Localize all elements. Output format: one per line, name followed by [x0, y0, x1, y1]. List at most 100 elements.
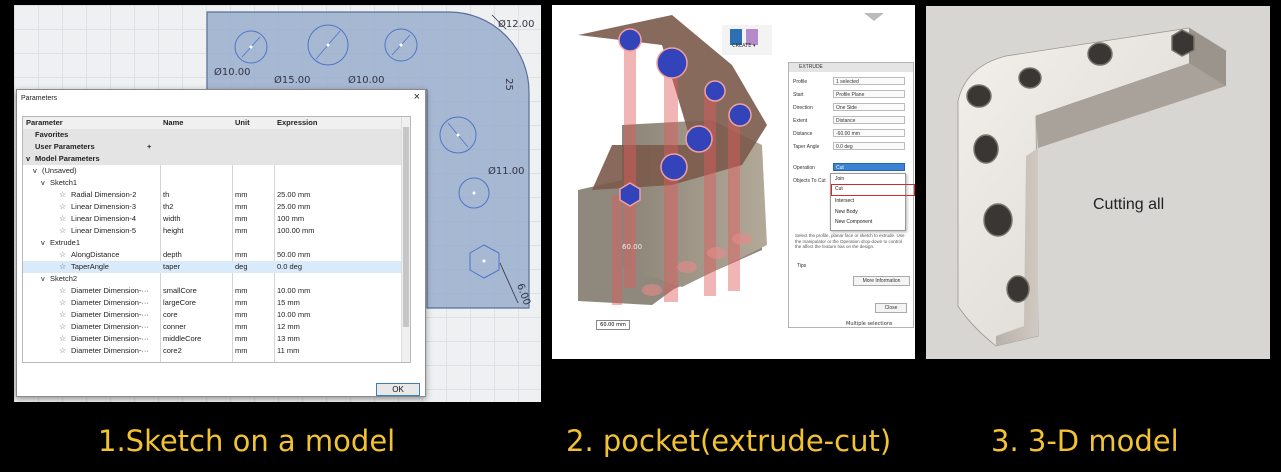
name-cell[interactable]: smallCore — [163, 285, 197, 297]
table-row[interactable]: ☆ AlongDistance depth mm 50.00 mm — [23, 249, 410, 261]
chevron-down-icon[interactable]: v — [33, 165, 37, 177]
unit-cell[interactable]: mm — [235, 285, 248, 297]
unit-cell[interactable]: mm — [235, 333, 248, 345]
create-menu[interactable]: CREATE ▾ — [732, 43, 755, 49]
table-row[interactable]: ☆ TaperAngle taper deg 0.0 deg — [23, 261, 410, 273]
name-cell[interactable]: height — [163, 225, 183, 237]
star-icon[interactable]: ☆ — [59, 297, 66, 309]
unit-cell[interactable]: mm — [235, 213, 248, 225]
name-cell[interactable]: width — [163, 213, 181, 225]
field-value[interactable]: 1 selected — [833, 77, 905, 85]
table-row[interactable]: ☆ Radial Dimension-2 th mm 25.00 mm — [23, 189, 410, 201]
col-parameter[interactable]: Parameter — [26, 117, 63, 129]
expression-cell[interactable]: 25.00 mm — [277, 189, 310, 201]
table-row[interactable]: ☆ Diameter Dimension-··· core2 mm 11 mm — [23, 345, 410, 357]
distance-input[interactable]: 60.00 mm — [596, 320, 630, 330]
chevron-down-icon[interactable]: v — [41, 237, 45, 249]
group-model-parameters[interactable]: v Model Parameters — [23, 153, 410, 165]
name-cell[interactable]: th — [163, 189, 169, 201]
table-row[interactable]: ☆ Diameter Dimension-··· conner mm 12 mm — [23, 321, 410, 333]
star-icon[interactable]: ☆ — [59, 225, 66, 237]
name-cell[interactable]: largeCore — [163, 297, 196, 309]
field-value[interactable]: -60.00 mm — [833, 129, 905, 137]
star-icon[interactable]: ☆ — [59, 333, 66, 345]
chevron-down-icon[interactable]: v — [41, 177, 45, 189]
star-icon[interactable]: ☆ — [59, 249, 66, 261]
name-cell[interactable]: taper — [163, 261, 180, 273]
star-icon[interactable]: ☆ — [59, 309, 66, 321]
star-icon[interactable]: ☆ — [59, 201, 66, 213]
dropdown-join[interactable]: Join — [835, 176, 844, 182]
expression-cell[interactable]: 10.00 mm — [277, 285, 310, 297]
expression-cell[interactable]: 11 mm — [277, 345, 299, 357]
name-cell[interactable]: depth — [163, 249, 182, 261]
field-value[interactable]: Distance — [833, 116, 905, 124]
table-row[interactable]: ☆ Diameter Dimension-··· smallCore mm 10.00 … — [23, 285, 410, 297]
expression-cell[interactable]: 10.00 mm — [277, 309, 310, 321]
unit-cell[interactable]: mm — [235, 225, 248, 237]
star-icon[interactable]: ☆ — [59, 321, 66, 333]
field-value[interactable]: One Side — [833, 103, 905, 111]
dim-diameter-10b[interactable]: Ø10.00 — [348, 75, 385, 86]
star-icon[interactable]: ☆ — [59, 285, 66, 297]
dim-diameter-12[interactable]: Ø12.00 — [498, 19, 535, 30]
unit-cell[interactable]: mm — [235, 189, 248, 201]
table-scrollbar[interactable] — [401, 117, 410, 362]
unit-cell[interactable]: mm — [235, 345, 248, 357]
unit-cell[interactable]: mm — [235, 309, 248, 321]
close-button[interactable]: Close — [875, 303, 907, 313]
expression-cell[interactable]: 100 mm — [277, 213, 304, 225]
table-row[interactable]: ☆ Linear Dimension-5 height mm 100.00 mm — [23, 225, 410, 237]
dim-diameter-11[interactable]: Ø11.00 — [488, 166, 525, 177]
star-icon[interactable]: ☆ — [59, 345, 66, 357]
expression-cell[interactable]: 50.00 mm — [277, 249, 310, 261]
table-row[interactable]: ☆ Linear Dimension-3 th2 mm 25.00 mm — [23, 201, 410, 213]
tree-sketch2[interactable]: v Sketch2 — [23, 273, 410, 285]
star-icon[interactable]: ☆ — [59, 213, 66, 225]
name-cell[interactable]: core — [163, 309, 178, 321]
unit-cell[interactable]: mm — [235, 321, 248, 333]
dropdown-intersect[interactable]: Intersect — [835, 198, 854, 204]
star-icon[interactable]: ☆ — [59, 189, 66, 201]
col-name[interactable]: Name — [163, 117, 183, 129]
dim-diameter-10a[interactable]: Ø10.00 — [214, 67, 251, 78]
dropdown-new-body[interactable]: New Body — [835, 209, 858, 215]
table-row[interactable]: ☆ Diameter Dimension-··· core mm 10.00 mm — [23, 309, 410, 321]
expression-cell[interactable]: 12 mm — [277, 321, 300, 333]
dropdown-cut[interactable]: Cut — [835, 186, 843, 192]
tree-unsaved[interactable]: v (Unsaved) — [23, 165, 410, 177]
operation-select[interactable]: Cut — [833, 163, 905, 171]
col-expression[interactable]: Expression — [277, 117, 317, 129]
chevron-down-icon[interactable]: v — [41, 273, 45, 285]
name-cell[interactable]: middleCore — [163, 333, 201, 345]
expression-cell[interactable]: 15 mm — [277, 297, 300, 309]
unit-cell[interactable]: mm — [235, 297, 248, 309]
table-row[interactable]: ☆ Diameter Dimension-··· middleCore mm 13 mm — [23, 333, 410, 345]
dim-linear-25[interactable]: 25 — [503, 78, 514, 91]
field-value[interactable]: 0.0 deg — [833, 142, 905, 150]
chevron-down-icon[interactable]: v — [26, 153, 30, 165]
expression-cell[interactable]: 25.00 mm — [277, 201, 310, 213]
tips-toggle[interactable]: Tips — [797, 263, 806, 269]
table-row[interactable]: ☆ Linear Dimension-4 width mm 100 mm — [23, 213, 410, 225]
unit-cell[interactable]: mm — [235, 249, 248, 261]
star-icon[interactable]: ☆ — [59, 261, 66, 273]
tree-extrude1[interactable]: v Extrude1 — [23, 237, 410, 249]
expression-cell[interactable]: 13 mm — [277, 333, 300, 345]
more-information-button[interactable]: More Information — [853, 276, 910, 286]
unit-cell[interactable]: deg — [235, 261, 248, 273]
name-cell[interactable]: conner — [163, 321, 186, 333]
ok-button[interactable]: OK — [376, 383, 420, 396]
group-favorites[interactable]: Favorites — [23, 129, 410, 141]
group-user-parameters[interactable]: User Parameters + — [23, 141, 410, 153]
add-parameter-button[interactable]: + — [147, 141, 151, 153]
col-unit[interactable]: Unit — [235, 117, 250, 129]
expression-cell[interactable]: 0.0 deg — [277, 261, 302, 273]
dim-diameter-15[interactable]: Ø15.00 — [274, 75, 311, 86]
name-cell[interactable]: th2 — [163, 201, 173, 213]
expression-cell[interactable]: 100.00 mm — [277, 225, 315, 237]
close-icon[interactable]: × — [414, 91, 420, 103]
dropdown-new-component[interactable]: New Component — [835, 219, 872, 225]
table-row[interactable]: ☆ Diameter Dimension-··· largeCore mm 15 mm — [23, 297, 410, 309]
name-cell[interactable]: core2 — [163, 345, 182, 357]
